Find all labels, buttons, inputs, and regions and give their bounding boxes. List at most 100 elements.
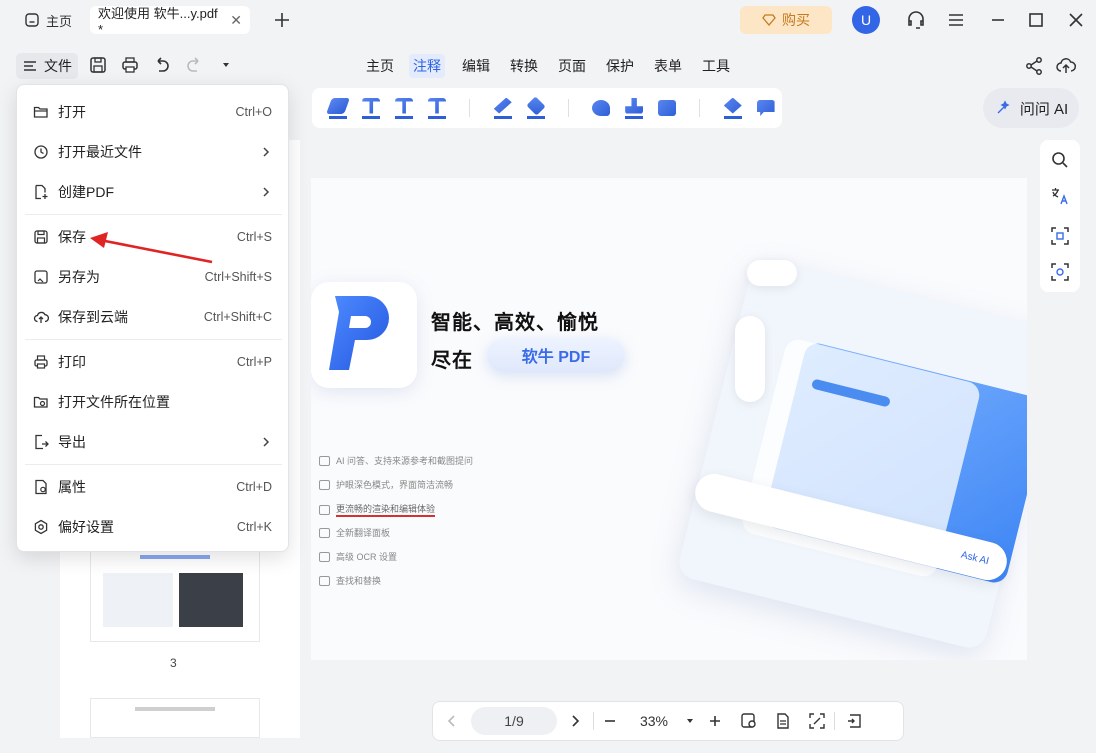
shape-tool-icon[interactable]: [585, 88, 618, 128]
feature-item-highlighted: 更流畅的渲染和编辑体验: [319, 502, 436, 517]
fit-page-icon[interactable]: [800, 701, 834, 741]
thumbnail-page-number: 3: [170, 656, 177, 670]
ui-mockup-ask-ai: Ask AI: [959, 549, 991, 567]
menu-item-label: 打开: [58, 104, 86, 120]
menu-item-open-recent[interactable]: 打开最近文件: [17, 132, 288, 172]
menu-item-create-pdf[interactable]: 创建PDF: [17, 172, 288, 212]
document-page: Ask AI 智能、高效、愉悦 尽在 软牛 PDF AI 问答、支持来源参考和截…: [311, 178, 1027, 660]
collapse-panel-icon[interactable]: [835, 701, 875, 741]
toolbar-divider: [699, 99, 701, 117]
menu-tools[interactable]: 工具: [698, 54, 734, 78]
menu-item-shortcut: Ctrl+S: [236, 230, 272, 244]
folder-location-icon: [33, 394, 49, 410]
menu-item-save-to-cloud[interactable]: 保存到云端 Ctrl+Shift+C: [17, 297, 288, 337]
menu-item-label: 另存为: [58, 269, 100, 285]
undo-icon[interactable]: [152, 55, 172, 75]
underline-tool-icon[interactable]: [421, 88, 454, 128]
stamp-tool-icon[interactable]: [618, 88, 651, 128]
new-tab-icon[interactable]: [270, 8, 294, 32]
menu-item-label: 创建PDF: [58, 184, 114, 200]
feature-item: 全新翻译面板: [319, 526, 390, 539]
menu-edit[interactable]: 编辑: [458, 54, 494, 78]
highlight-tool-icon[interactable]: [322, 88, 355, 128]
hero-title-line2: 尽在: [431, 350, 473, 372]
cloud-upload-icon[interactable]: [1054, 54, 1078, 78]
close-tab-icon[interactable]: ✕: [230, 12, 242, 29]
pen-tool-icon[interactable]: [486, 88, 519, 128]
zoom-dropdown-icon[interactable]: [682, 701, 698, 741]
diamond-icon: [762, 14, 776, 26]
page-layout-icon[interactable]: [766, 701, 800, 741]
menu-item-export[interactable]: 导出: [17, 422, 288, 462]
save-as-icon: [33, 269, 49, 285]
menu-item-preferences[interactable]: 偏好设置 Ctrl+K: [17, 507, 288, 547]
ask-ai-button[interactable]: 问问 AI: [983, 88, 1079, 128]
toolbar-divider: [469, 99, 471, 117]
zoom-in-icon[interactable]: [698, 701, 732, 741]
text-tool-icon[interactable]: [355, 88, 388, 128]
buy-button[interactable]: 购买: [740, 6, 832, 34]
annotation-toolbar: [312, 88, 782, 128]
app-logo: [311, 282, 417, 388]
close-window-icon[interactable]: [1064, 8, 1088, 32]
chevron-right-icon: [260, 146, 272, 158]
menu-item-print[interactable]: 打印 Ctrl+P: [17, 342, 288, 382]
share-icon[interactable]: [1022, 54, 1046, 78]
menu-item-label: 导出: [58, 434, 86, 450]
menu-annotate[interactable]: 注释: [409, 54, 445, 78]
strikethrough-tool-icon[interactable]: [388, 88, 421, 128]
home-icon: [25, 13, 39, 27]
menu-item-label: 保存到云端: [58, 309, 128, 325]
menu-item-properties[interactable]: 属性 Ctrl+D: [17, 467, 288, 507]
chevron-right-icon: [260, 186, 272, 198]
save-icon[interactable]: [88, 55, 108, 75]
translate-icon[interactable]: [1050, 186, 1070, 206]
feature-item: AI 问答、支持来源参考和截图提问: [319, 454, 473, 467]
export-icon: [33, 434, 49, 450]
tab-document[interactable]: 欢迎使用 软牛...y.pdf * ✕: [90, 6, 250, 37]
avatar[interactable]: U: [852, 6, 880, 34]
properties-icon: [33, 479, 49, 495]
menu-icon[interactable]: [944, 8, 968, 32]
next-page-icon[interactable]: [557, 701, 593, 741]
hero-title-line1: 智能、高效、愉悦: [431, 312, 599, 334]
tab-document-label: 欢迎使用 软牛...y.pdf *: [98, 6, 218, 37]
file-menu-button[interactable]: 文件: [16, 53, 78, 79]
menu-protect[interactable]: 保护: [602, 54, 638, 78]
screenshot-icon[interactable]: [1050, 262, 1070, 282]
comment-tool-icon[interactable]: [749, 88, 782, 128]
menu-item-label: 偏好设置: [58, 519, 114, 535]
menu-convert[interactable]: 转换: [506, 54, 542, 78]
menu-home[interactable]: 主页: [362, 54, 398, 78]
eraser-tool-icon[interactable]: [519, 88, 552, 128]
menu-item-open-file-location[interactable]: 打开文件所在位置: [17, 382, 288, 422]
tab-home[interactable]: 主页: [16, 6, 80, 34]
redo-icon[interactable]: [184, 55, 204, 75]
page-navigation-bar: 1/9 33%: [432, 701, 904, 741]
search-icon[interactable]: [1050, 150, 1070, 170]
menu-page[interactable]: 页面: [554, 54, 590, 78]
menu-divider: [25, 339, 282, 340]
page-indicator[interactable]: 1/9: [471, 707, 557, 735]
view-mode-icon[interactable]: [732, 701, 766, 741]
printer-icon[interactable]: [120, 55, 140, 75]
previous-page-icon[interactable]: [433, 701, 471, 741]
menu-item-shortcut: Ctrl+Shift+S: [204, 270, 272, 284]
feature-item: 护眼深色模式，界面简洁流畅: [319, 478, 453, 491]
signature-tool-icon[interactable]: [716, 88, 749, 128]
page-thumbnail[interactable]: [90, 542, 260, 642]
menu-form[interactable]: 表单: [650, 54, 686, 78]
maximize-icon[interactable]: [1024, 8, 1048, 32]
quick-access-dropdown-icon[interactable]: [216, 55, 236, 75]
text-box-tool-icon[interactable]: [651, 88, 684, 128]
menu-item-open[interactable]: 打开 Ctrl+O: [17, 92, 288, 132]
ai-sparkle-icon: [997, 100, 1010, 114]
minimize-icon[interactable]: [986, 8, 1010, 32]
red-annotation-arrow: [90, 232, 213, 264]
crop-icon[interactable]: [1050, 226, 1070, 246]
zoom-out-icon[interactable]: [594, 701, 626, 741]
headset-icon[interactable]: [904, 8, 928, 32]
page-thumbnail[interactable]: [90, 698, 260, 738]
zoom-level[interactable]: 33%: [626, 701, 682, 741]
ask-ai-label: 问问 AI: [1019, 100, 1069, 118]
